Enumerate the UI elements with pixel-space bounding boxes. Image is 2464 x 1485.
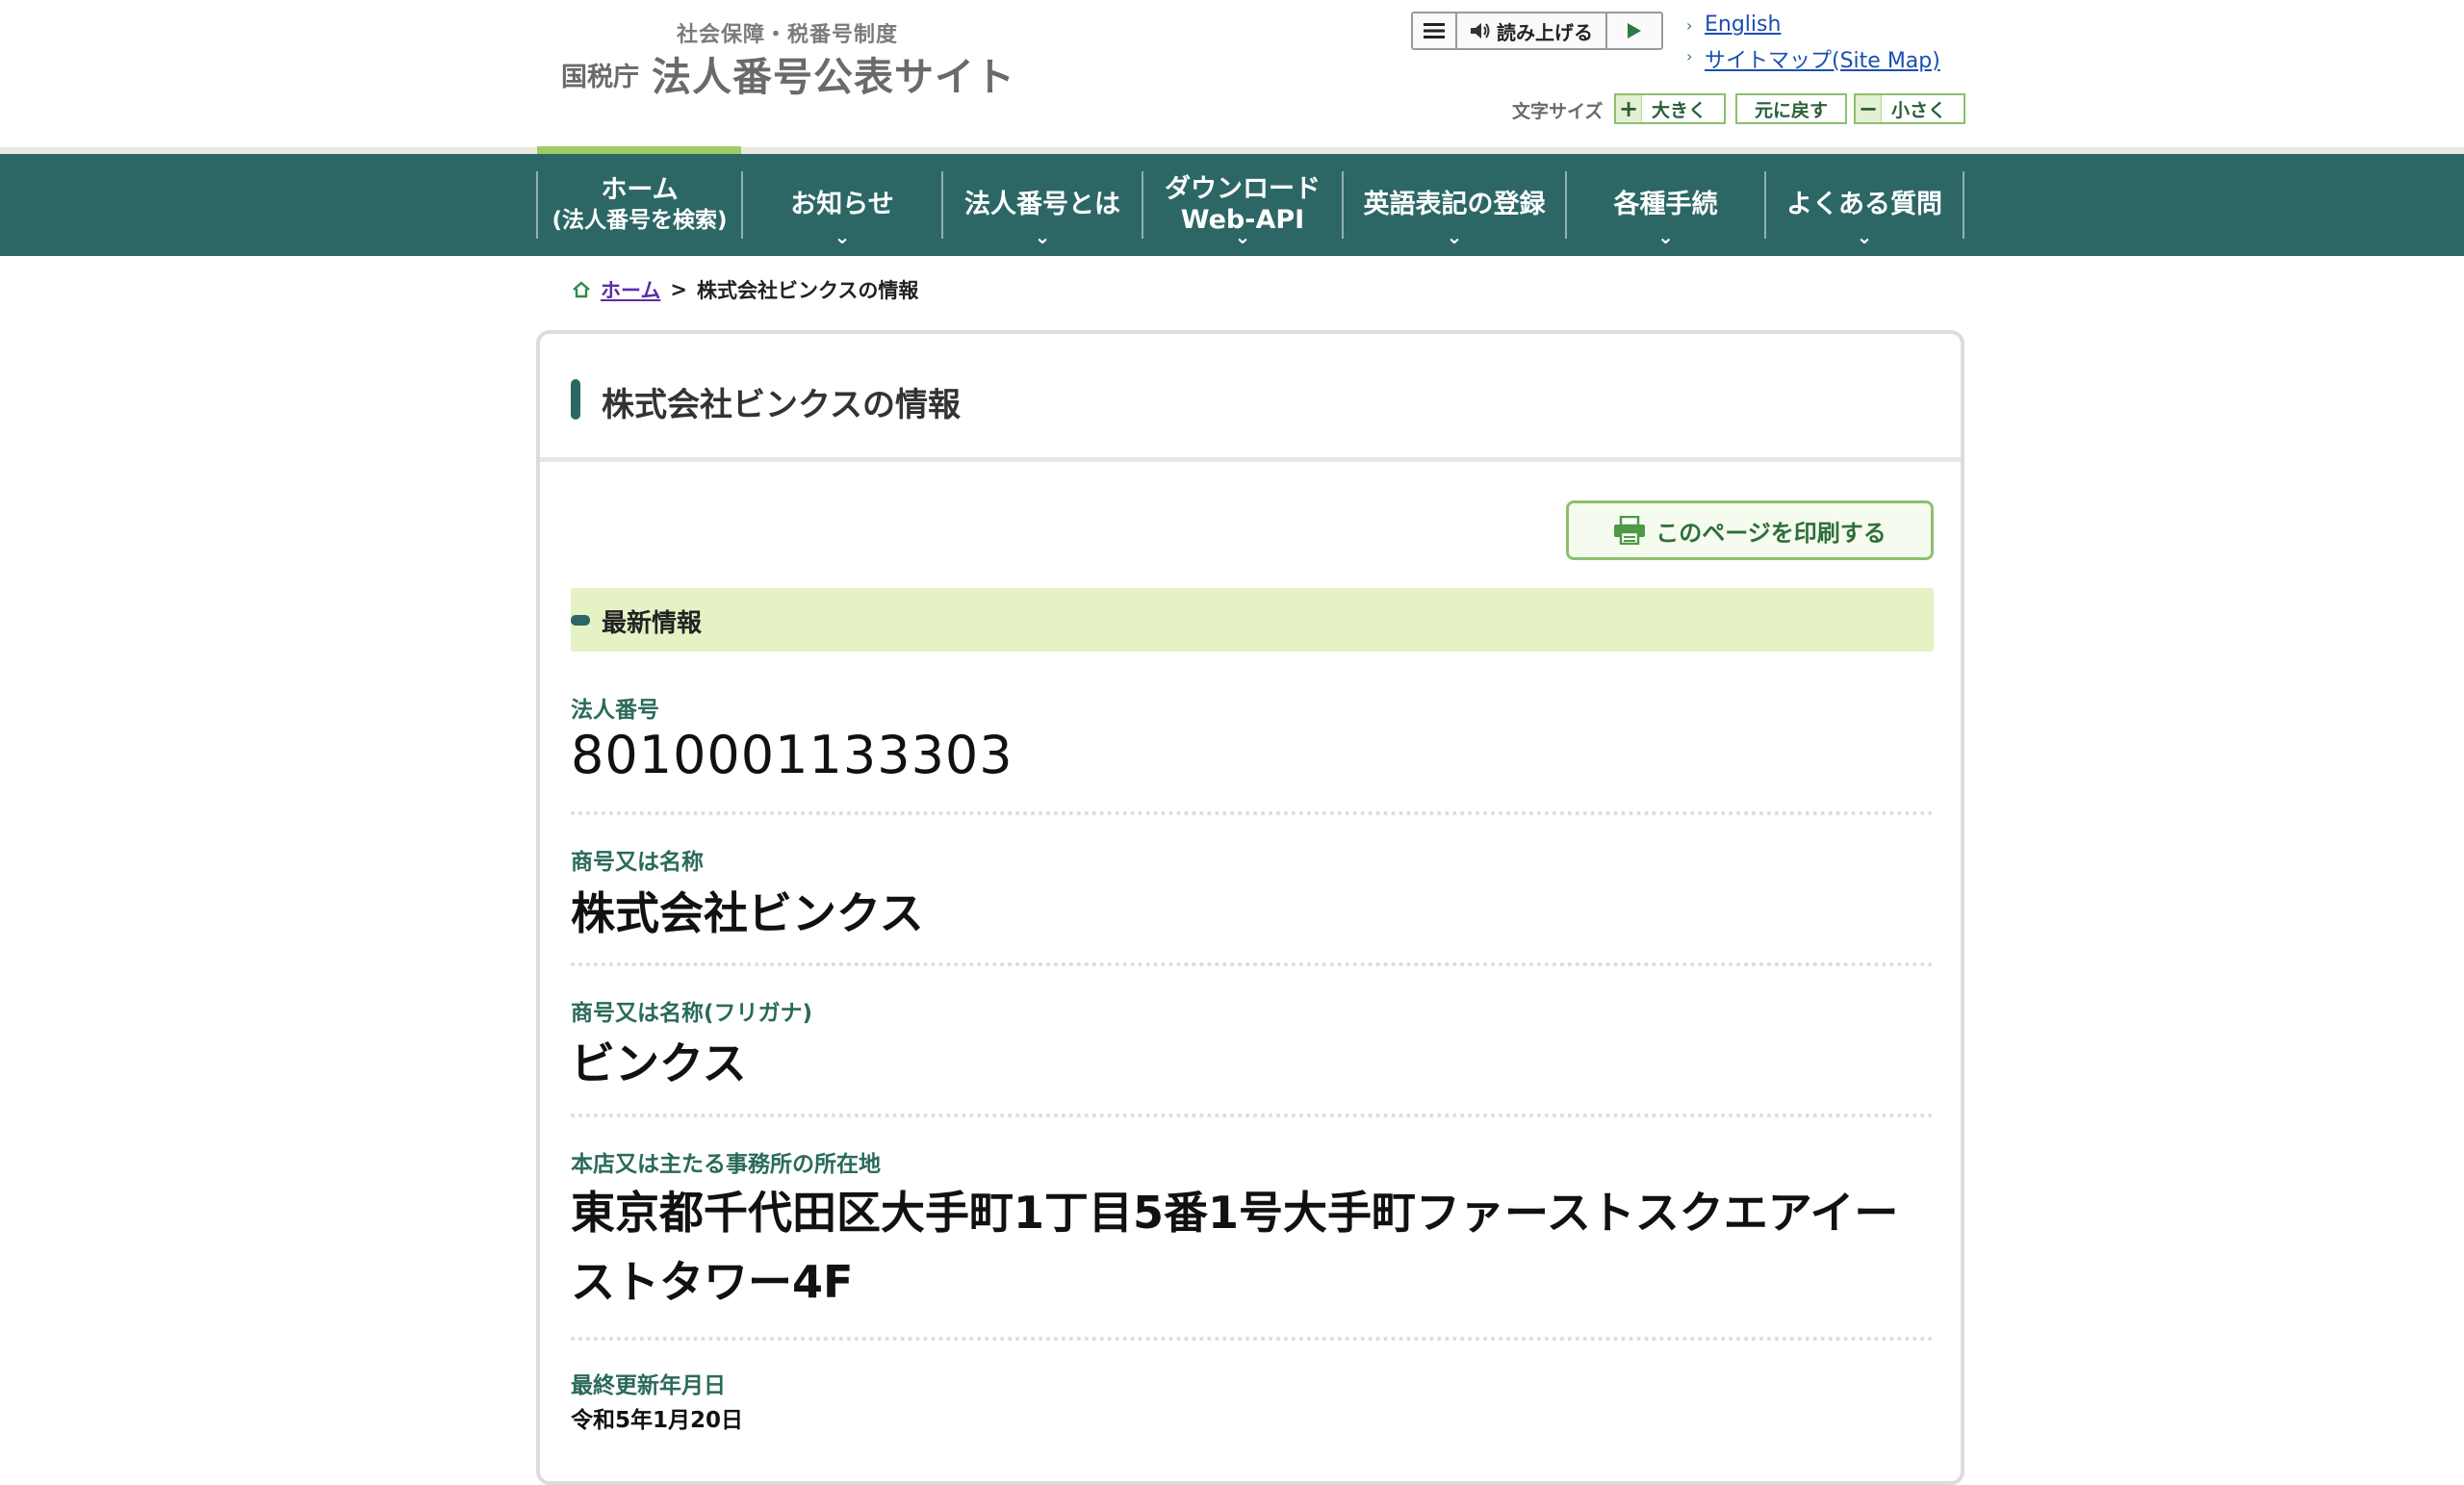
nav-item-label: よくある質問 [1786,190,1942,219]
nav-item-procedures[interactable]: 各種手続 ⌄ [1565,171,1764,248]
address-value: 東京都千代田区大手町1丁目5番1号大手町ファーストスクエアイーストタワー4F [571,1187,1899,1308]
trade-name-value: 株式会社ビンクス [571,887,924,939]
nav-item-home[interactable]: ホーム (法人番号を検索) [536,171,741,239]
font-size-reset-label: 元に戻す [1754,99,1828,121]
nav-item-sublabel: (法人番号を検索) [552,208,728,233]
play-button[interactable] [1607,13,1661,48]
chevron-right-icon: › [1686,16,1693,35]
nav-item-english-registration[interactable]: 英語表記の登録 ⌄ [1342,171,1565,248]
breadcrumb-current: 株式会社ビンクスの情報 [696,279,919,302]
title-accent-bar [571,379,580,420]
address-label: 本店又は主たる事務所の所在地 [571,1152,881,1177]
breadcrumb: ホーム > 株式会社ビンクスの情報 [572,275,918,304]
nav-item-label: 各種手続 [1613,190,1718,219]
read-aloud-label: 読み上げる [1497,20,1593,44]
font-size-small-label: 小さく [1891,99,1947,121]
chevron-down-icon: ⌄ [1234,225,1251,248]
chevron-down-icon: ⌄ [1034,225,1051,248]
home-icon [573,281,590,298]
latest-info-section-header: 最新情報 [571,588,1934,652]
last-updated-value: 令和5年1月20日 [571,1408,744,1433]
logo-title[interactable]: 法人番号公表サイト [652,44,1015,102]
sitemap-link[interactable]: サイトマップ(Site Map) [1705,43,1940,74]
nav-divider [1963,171,1964,239]
divider [571,1337,1934,1341]
chevron-down-icon: ⌄ [1657,225,1674,248]
nav-item-about[interactable]: 法人番号とは ⌄ [941,171,1142,248]
font-size-large-label: 大きく [1652,99,1707,121]
divider [571,1114,1934,1117]
minus-icon: − [1856,95,1882,122]
chevron-right-icon: › [1686,47,1693,65]
nav-home-active-indicator [537,146,741,154]
voice-reader-bar: 読み上げる [1411,12,1663,50]
corporate-number-value: 8010001133303 [571,725,1014,785]
print-page-label: このページを印刷する [1656,519,1886,547]
speaker-icon [1471,23,1490,38]
nav-item-label: お知らせ [790,190,894,219]
divider [571,811,1934,815]
font-size-label: 文字サイズ [1512,101,1604,122]
nav-item-label: ホーム [601,175,679,205]
section-marker [571,615,590,626]
font-size-reset-button[interactable]: 元に戻す [1735,93,1847,124]
corporate-number-label: 法人番号 [571,698,659,723]
play-icon [1628,23,1641,38]
menu-icon [1424,23,1445,38]
section-label: 最新情報 [602,609,703,638]
printer-icon [1614,516,1646,545]
nav-item-label: 法人番号とは [964,190,1120,219]
nav-item-label: ダウンロード [1165,174,1321,204]
nav-item-label: 英語表記の登録 [1363,190,1546,219]
nav-item-faq[interactable]: よくある質問 ⌄ [1764,171,1963,248]
font-size-large-button[interactable]: + 大きく [1614,93,1726,124]
nav-item-download[interactable]: ダウンロード Web-API ⌄ [1142,171,1342,248]
breadcrumb-separator: > [670,278,687,301]
font-size-small-button[interactable]: − 小さく [1854,93,1965,124]
site-header: 社会保障・税番号制度 国税庁 法人番号公表サイト 読み上げる › English [0,0,2464,149]
card-header: 株式会社ビンクスの情報 [540,334,1961,462]
global-nav: ホーム (法人番号を検索) お知らせ ⌄ 法人番号とは ⌄ ダウンロード Web… [0,154,2464,256]
print-page-button[interactable]: このページを印刷する [1566,500,1934,560]
divider [571,962,1934,966]
voice-menu-button[interactable] [1413,13,1457,48]
last-updated-label: 最終更新年月日 [571,1373,726,1398]
chevron-down-icon: ⌄ [1856,225,1873,248]
chevron-down-icon: ⌄ [1446,225,1463,248]
nav-item-news[interactable]: お知らせ ⌄ [741,171,941,248]
plus-icon: + [1616,95,1642,122]
trade-name-kana-label: 商号又は名称(フリガナ) [571,1001,813,1026]
chevron-down-icon: ⌄ [834,225,851,248]
trade-name-label: 商号又は名称 [571,850,704,875]
english-link[interactable]: English [1705,13,1781,37]
breadcrumb-home-link[interactable]: ホーム [601,275,660,304]
corporation-info-card: 株式会社ビンクスの情報 このページを印刷する 最新情報 法人番号 8010001… [536,330,1964,1485]
trade-name-kana-value: ビンクス [571,1037,747,1089]
logo-agency[interactable]: 国税庁 [561,56,639,93]
read-aloud-button[interactable]: 読み上げる [1457,13,1607,48]
header-divider [0,147,2464,154]
page-title: 株式会社ビンクスの情報 [602,386,961,424]
